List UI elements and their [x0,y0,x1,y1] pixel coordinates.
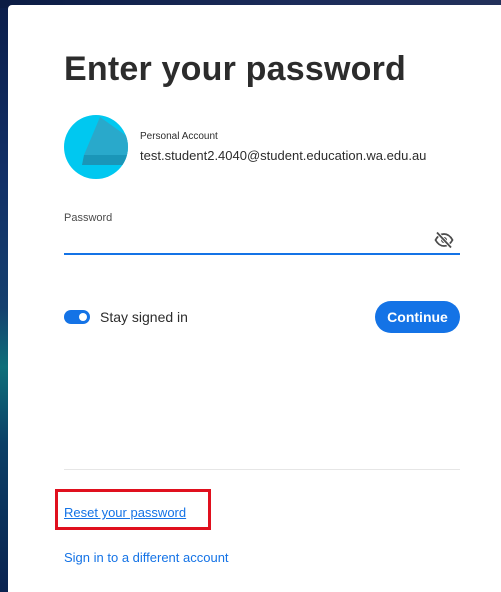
reset-password-link[interactable]: Reset your password [64,505,186,520]
page-title: Enter your password [64,50,406,88]
show-password-toggle[interactable] [434,231,454,249]
eye-slash-icon [434,231,454,249]
avatar-image [82,117,128,165]
password-label: Password [64,212,113,224]
toggle-knob [79,313,87,321]
switch-account-link[interactable]: Sign in to a different account [64,550,229,565]
stay-signed-in-toggle[interactable] [64,310,90,324]
account-type-label: Personal Account [140,131,218,142]
sign-in-card [8,5,501,592]
continue-button[interactable]: Continue [375,301,460,333]
password-input[interactable] [64,228,424,252]
divider [64,469,460,470]
account-email: test.student2.4040@student.education.wa.… [140,148,427,163]
avatar [64,115,128,179]
stay-signed-in-label: Stay signed in [100,309,188,325]
password-underline [64,253,460,255]
